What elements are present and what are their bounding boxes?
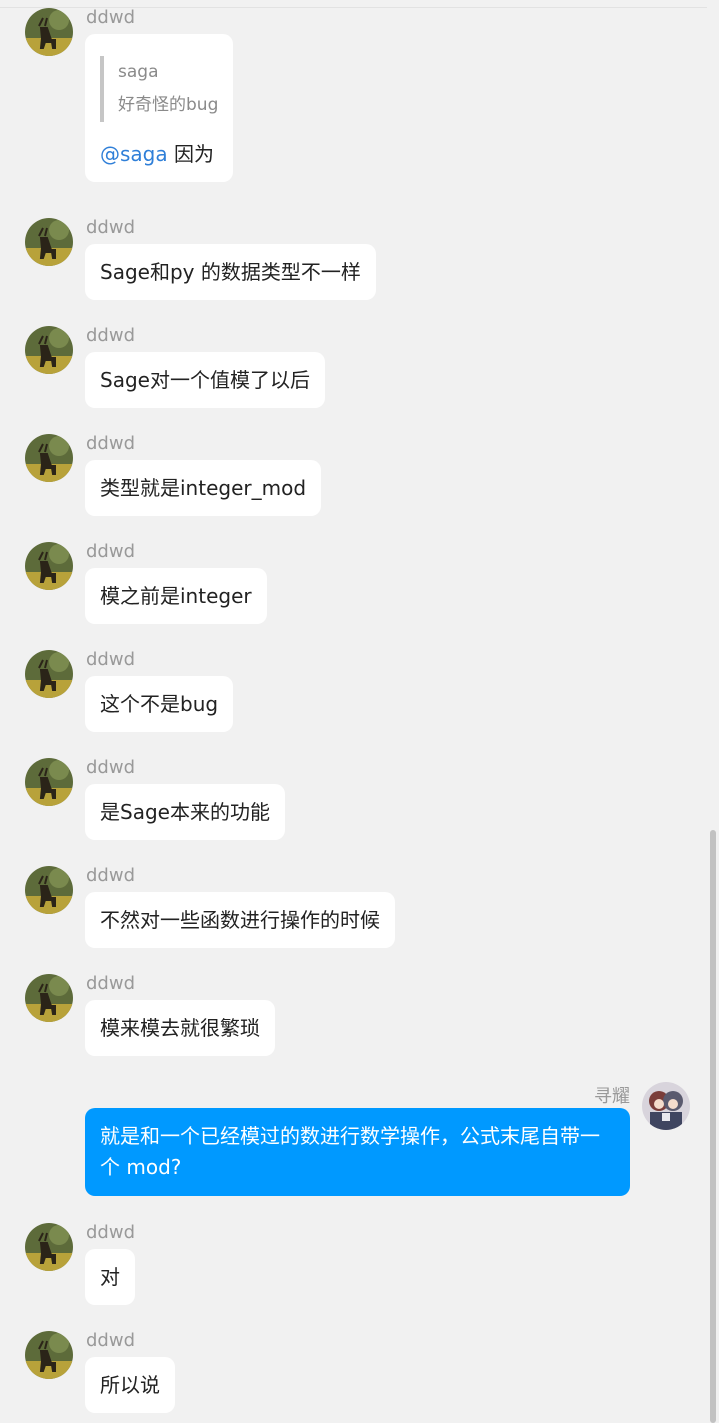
quote-author: saga <box>118 62 159 82</box>
message-text: 不然对一些函数进行操作的时候 <box>100 908 380 932</box>
message-bubble[interactable]: 所以说 <box>85 1357 175 1413</box>
message-text: 类型就是integer_mod <box>100 476 307 500</box>
deer-avatar-icon[interactable] <box>25 758 73 806</box>
message-text: Sage对一个值模了以后 <box>100 368 310 392</box>
sender-name: ddwd <box>86 433 135 454</box>
chat-message-list[interactable]: ddwd saga 好奇怪的bug @saga 因为 ddwd Sage和py … <box>0 0 707 1423</box>
message-text: 所以说 <box>100 1373 160 1397</box>
deer-avatar-icon[interactable] <box>25 974 73 1022</box>
sender-name: ddwd <box>86 649 135 670</box>
message-text: 就是和一个已经模过的数进行数学操作，公式末尾自带一个 mod? <box>100 1124 600 1179</box>
message-text: 因为 <box>167 142 214 166</box>
deer-avatar-icon[interactable] <box>25 542 73 590</box>
message-bubble[interactable]: 是Sage本来的功能 <box>85 784 285 840</box>
sender-name: ddwd <box>86 1222 135 1243</box>
message-bubble[interactable]: 模来模去就很繁琐 <box>85 1000 275 1056</box>
deer-avatar-icon[interactable] <box>25 8 73 56</box>
deer-avatar-icon[interactable] <box>25 866 73 914</box>
message-text: 是Sage本来的功能 <box>100 800 270 824</box>
sender-name: ddwd <box>86 757 135 778</box>
vertical-scrollbar[interactable] <box>707 0 719 1423</box>
deer-avatar-icon[interactable] <box>25 650 73 698</box>
message-bubble[interactable]: 模之前是integer <box>85 568 267 624</box>
scrollbar-thumb[interactable] <box>710 830 716 1423</box>
sender-name: ddwd <box>86 541 135 562</box>
message-bubble[interactable]: Sage和py 的数据类型不一样 <box>85 244 376 300</box>
self-message-bubble[interactable]: 就是和一个已经模过的数进行数学操作，公式末尾自带一个 mod? <box>85 1108 630 1196</box>
anime-avatar-icon[interactable] <box>642 1082 690 1130</box>
message-bubble[interactable]: Sage对一个值模了以后 <box>85 352 325 408</box>
deer-avatar-icon[interactable] <box>25 326 73 374</box>
message-bubble[interactable]: 类型就是integer_mod <box>85 460 322 516</box>
message-bubble[interactable]: saga 好奇怪的bug @saga 因为 <box>85 34 234 182</box>
deer-avatar-icon[interactable] <box>25 1223 73 1271</box>
sender-name: ddwd <box>86 1330 135 1351</box>
self-sender-name: 寻耀 <box>594 1086 630 1107</box>
message-text: 对 <box>100 1265 120 1289</box>
sender-name: ddwd <box>86 865 135 886</box>
message-text: Sage和py 的数据类型不一样 <box>100 260 361 284</box>
deer-avatar-icon[interactable] <box>25 218 73 266</box>
message-bubble[interactable]: 不然对一些函数进行操作的时候 <box>85 892 395 948</box>
message-text: 这个不是bug <box>100 692 219 716</box>
message-text: 模之前是integer <box>100 584 252 608</box>
message-text: 模来模去就很繁琐 <box>100 1016 260 1040</box>
quoted-reply[interactable]: saga 好奇怪的bug <box>100 56 218 122</box>
quote-text: 好奇怪的bug <box>118 95 219 115</box>
message-bubble[interactable]: 对 <box>85 1249 135 1305</box>
sender-name: ddwd <box>86 973 135 994</box>
message-bubble[interactable]: 这个不是bug <box>85 676 234 732</box>
deer-avatar-icon[interactable] <box>25 1331 73 1379</box>
sender-name: ddwd <box>86 325 135 346</box>
sender-name: ddwd <box>86 7 135 28</box>
deer-avatar-icon[interactable] <box>25 434 73 482</box>
sender-name: ddwd <box>86 217 135 238</box>
mention-link[interactable]: @saga <box>100 142 168 166</box>
